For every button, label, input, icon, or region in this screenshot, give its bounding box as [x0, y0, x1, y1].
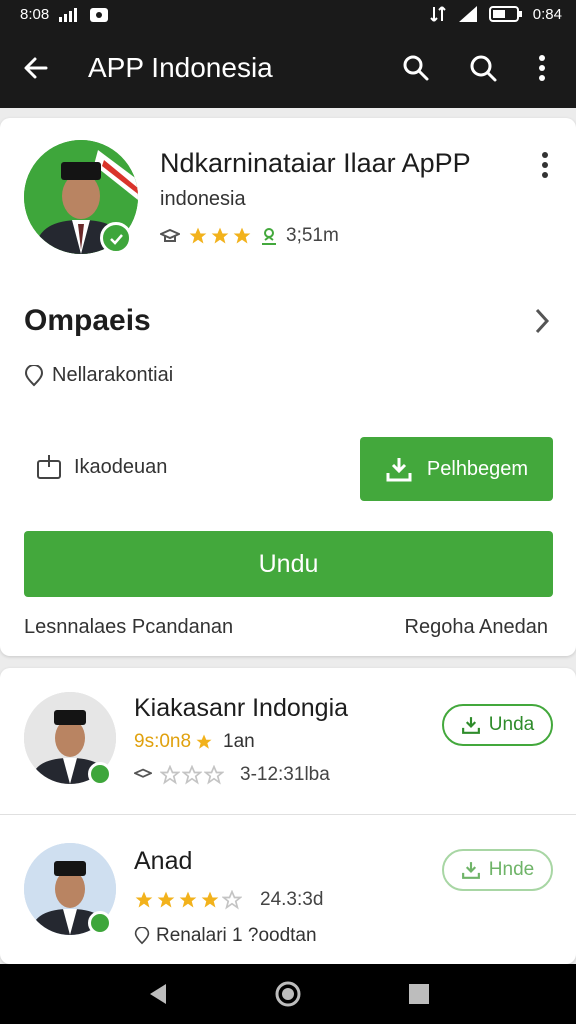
star-icon: [222, 890, 242, 910]
list-item[interactable]: Kiakasanr Indongia 9s:0n8 1an 3-12:31lba…: [0, 668, 576, 814]
chevron-right-icon[interactable]: [532, 306, 552, 336]
secondary-label: Ikaodeuan: [74, 455, 168, 478]
footer-left-link[interactable]: Lesnnalaes Pcandanan: [24, 616, 233, 639]
info-row: Nellarakontiai: [24, 364, 173, 387]
rating-row: 3;51m: [160, 225, 339, 247]
star-icon: [160, 765, 180, 785]
more-vert-icon[interactable]: [538, 150, 552, 180]
download-person-icon: [262, 228, 276, 245]
notification-icon: [90, 7, 109, 22]
download-icon: [461, 862, 480, 879]
list-item-location-row: Renalari 1 ?oodtan: [134, 925, 317, 947]
nav-recents-icon[interactable]: [408, 983, 430, 1005]
graduation-cap-icon: [134, 768, 152, 778]
install-button-label: Hnde: [488, 859, 535, 880]
share-box-icon: [37, 455, 61, 479]
app-bar-title: APP Indonesia: [88, 52, 273, 83]
list-item-highlight-row: 9s:0n8 1an: [134, 731, 255, 753]
download-icon: [386, 458, 412, 482]
app-title: Ndkarninataiar Ilaar ApPP: [160, 148, 471, 178]
list-item-stars: [134, 890, 242, 910]
verified-badge-icon: [88, 911, 112, 935]
list-item-rating-row: 24.3:3d: [134, 889, 323, 911]
star-icon: [196, 734, 212, 749]
star-icon: [189, 227, 207, 244]
list-item-stars: [160, 765, 224, 785]
footer-right-link[interactable]: Regoha Anedan: [405, 616, 548, 639]
status-left-text: 8:08: [20, 6, 50, 23]
more-vert-icon[interactable]: [524, 50, 560, 86]
list-item-location: Renalari 1 ?oodtan: [156, 925, 317, 946]
graduation-cap-icon: [160, 228, 180, 242]
search-icon-secondary[interactable]: [465, 50, 501, 86]
app-list-card: Kiakasanr Indongia 9s:0n8 1an 3-12:31lba…: [0, 668, 576, 964]
install-button-label: Unda: [488, 714, 535, 735]
list-item-title: Anad: [134, 847, 193, 875]
list-item-title: Kiakasanr Indongia: [134, 694, 349, 722]
main-rating-stars: [188, 226, 252, 246]
action-button-label: Pelhbegem: [426, 457, 529, 480]
secondary-action[interactable]: Ikaodeuan: [36, 454, 167, 480]
signal-bars-icon: [59, 7, 78, 22]
info-text: Nellarakontiai: [52, 364, 174, 386]
list-item-rating-row: 3-12:31lba: [134, 764, 330, 786]
app-bar: APP Indonesia: [0, 30, 576, 108]
star-icon: [211, 227, 229, 244]
list-item-highlight-suffix: 1an: [223, 731, 255, 752]
install-button[interactable]: Unda: [442, 704, 553, 746]
star-icon: [204, 765, 224, 785]
download-button-label: Undu: [258, 549, 319, 578]
install-button[interactable]: Hnde: [442, 849, 553, 891]
star-icon: [157, 891, 175, 908]
verified-badge-icon: [88, 762, 112, 786]
star-icon: [179, 891, 197, 908]
list-item-meta: 24.3:3d: [260, 889, 324, 910]
data-transfer-icon: [430, 6, 446, 22]
download-icon: [461, 717, 480, 734]
status-bar: 8:08 0:84: [0, 0, 576, 30]
app-detail-card: Ndkarninataiar Ilaar ApPP indonesia 3;51…: [0, 118, 576, 656]
star-icon: [201, 891, 219, 908]
back-arrow-icon[interactable]: [18, 50, 54, 86]
battery-icon: [488, 6, 522, 22]
action-button[interactable]: Pelhbegem: [360, 437, 553, 501]
system-nav-bar: [0, 964, 576, 1024]
star-icon: [135, 891, 153, 908]
location-pin-icon: [24, 364, 44, 386]
list-item-meta: 3-12:31lba: [240, 764, 330, 785]
download-button[interactable]: Undu: [24, 531, 553, 597]
download-count: 3;51m: [286, 225, 339, 246]
star-icon: [233, 227, 251, 244]
nav-back-icon[interactable]: [146, 982, 170, 1006]
star-icon: [182, 765, 202, 785]
status-time: 0:84: [532, 5, 562, 23]
cell-signal-icon: [458, 6, 477, 22]
app-subtitle: indonesia: [160, 188, 246, 210]
section-title: Ompaeis: [24, 304, 151, 337]
search-icon[interactable]: [398, 50, 434, 86]
list-item[interactable]: Anad 24.3:3d Renalari 1 ?oodtan Hnde: [0, 815, 576, 964]
list-item-highlight: 9s:0n8: [134, 731, 192, 752]
section-row[interactable]: Ompaeis: [24, 300, 552, 340]
location-pin-icon: [134, 927, 150, 945]
verified-badge-icon: [100, 222, 132, 254]
nav-home-icon[interactable]: [274, 980, 302, 1008]
